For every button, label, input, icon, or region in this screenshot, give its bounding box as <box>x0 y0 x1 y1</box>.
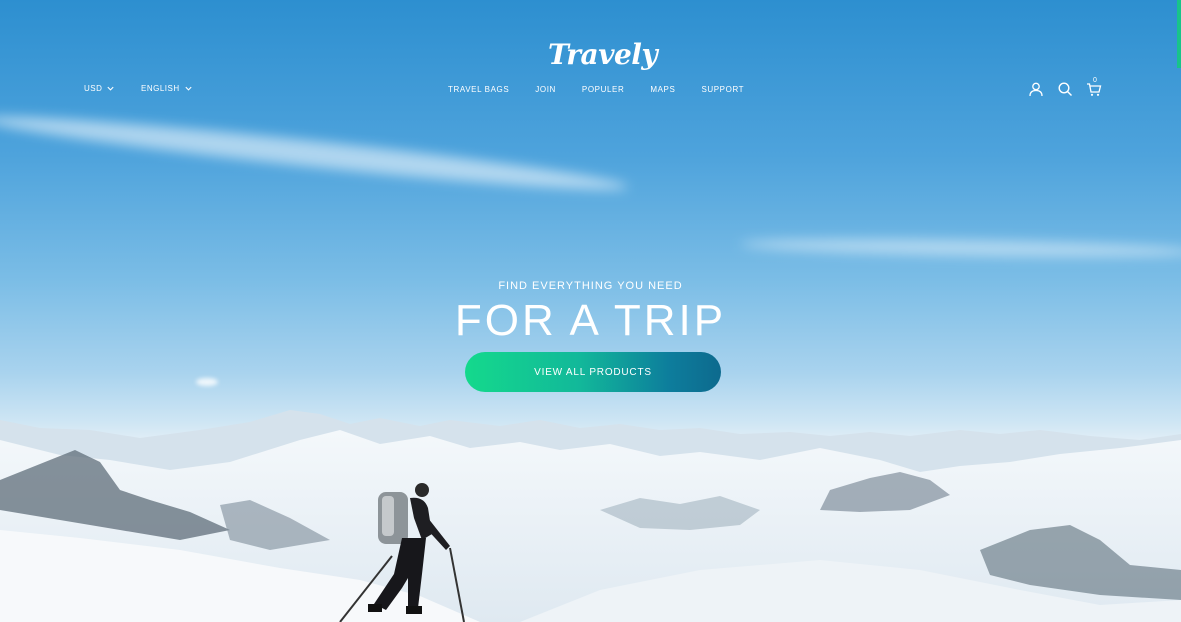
brand-logo[interactable]: Travely <box>548 38 658 71</box>
language-selector[interactable]: ENGLISH <box>141 84 193 93</box>
hero-banner: Travely USD ENGLISH TRAVEL BAGS JOIN POP… <box>0 0 1181 622</box>
nav-item-maps[interactable]: MAPS <box>650 85 675 94</box>
cloud-puff <box>196 378 218 386</box>
nav-item-join[interactable]: JOIN <box>535 85 556 94</box>
skier-figure <box>339 483 465 622</box>
currency-selector[interactable]: USD <box>84 84 115 93</box>
search-icon[interactable] <box>1057 81 1073 97</box>
hero-subtitle: FIND EVERYTHING YOU NEED <box>498 280 683 292</box>
main-nav: TRAVEL BAGS JOIN POPULER MAPS SUPPORT <box>448 85 770 94</box>
view-all-products-button[interactable]: VIEW ALL PRODUCTS <box>465 352 721 392</box>
cloud-streak <box>0 106 630 200</box>
chevron-down-icon <box>107 86 114 91</box>
hero-title: FOR A TRIP <box>454 296 727 345</box>
nav-item-populer[interactable]: POPULER <box>582 85 624 94</box>
nav-item-travel-bags[interactable]: TRAVEL BAGS <box>448 85 509 94</box>
language-label: ENGLISH <box>141 84 180 93</box>
currency-label: USD <box>84 84 103 93</box>
chevron-down-icon <box>185 86 192 91</box>
accent-strip <box>1177 0 1181 68</box>
nav-item-support[interactable]: SUPPORT <box>701 85 744 94</box>
cloud-streak <box>739 235 1181 261</box>
cart-count-badge: 0 <box>1093 77 1097 84</box>
snowy-mountains-image <box>0 410 1181 622</box>
user-icon[interactable] <box>1028 81 1044 97</box>
